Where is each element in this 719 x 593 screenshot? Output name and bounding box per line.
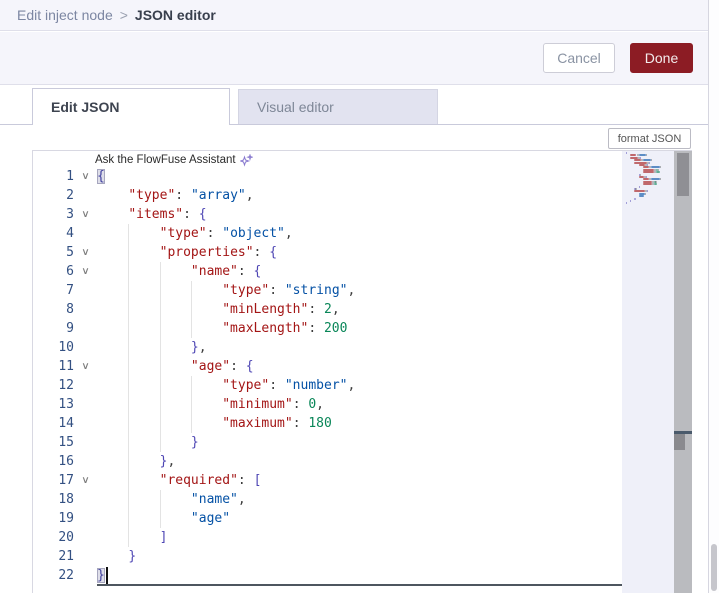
- code-line[interactable]: 18 "name",: [33, 490, 622, 509]
- json-code-editor[interactable]: Ask the FlowFuse Assistant 1 ∨{2 "type": …: [32, 150, 692, 593]
- code-line[interactable]: 22}: [33, 566, 622, 586]
- format-json-button[interactable]: format JSON: [608, 128, 691, 149]
- line-number: 5: [66, 245, 74, 260]
- line-number: 22: [58, 568, 74, 583]
- line-number: 16: [58, 454, 74, 469]
- code-line[interactable]: 16 },: [33, 452, 622, 471]
- line-number: 1: [66, 169, 74, 184]
- line-number: 10: [58, 340, 74, 355]
- line-number: 20: [58, 530, 74, 545]
- breadcrumb: Edit inject node > JSON editor: [0, 0, 708, 31]
- code-line[interactable]: 5 ∨ "properties": {: [33, 243, 622, 262]
- fold-chevron-icon[interactable]: ∨: [71, 243, 100, 262]
- line-number: 7: [66, 283, 74, 298]
- line-number: 6: [66, 264, 74, 279]
- code-line[interactable]: 13 "minimum": 0,: [33, 395, 622, 414]
- line-number: 9: [66, 321, 74, 336]
- line-number: 14: [58, 416, 74, 431]
- tab-edit-json[interactable]: Edit JSON: [32, 88, 230, 125]
- editor-scrollbar-thumb[interactable]: [677, 153, 689, 196]
- code-line[interactable]: 9 "maxLength": 200: [33, 319, 622, 338]
- line-number: 8: [66, 302, 74, 317]
- page-scrollbar-thumb[interactable]: [711, 544, 717, 591]
- code-line[interactable]: 17 ∨ "required": [: [33, 471, 622, 490]
- dialog-action-bar: Cancel Done: [0, 32, 708, 85]
- minimap[interactable]: [622, 151, 674, 593]
- current-line-border: [97, 584, 622, 586]
- line-number: 19: [58, 511, 74, 526]
- line-number: 11: [58, 359, 74, 374]
- scrollbar-decoration-thumb[interactable]: [674, 434, 685, 450]
- assistant-prompt-label: Ask the FlowFuse Assistant: [95, 154, 236, 166]
- code-line[interactable]: 4 "type": "object",: [33, 224, 622, 243]
- fold-chevron-icon[interactable]: ∨: [71, 205, 100, 224]
- code-lines[interactable]: 1 ∨{2 "type": "array", 3 ∨ "items": {4 "typ…: [33, 151, 622, 593]
- code-line[interactable]: 21 }: [33, 547, 622, 566]
- breadcrumb-parent-link[interactable]: Edit inject node: [17, 7, 113, 23]
- line-number: 3: [66, 207, 74, 222]
- line-number: 13: [58, 397, 74, 412]
- code-line[interactable]: 12 "type": "number",: [33, 376, 622, 395]
- line-number: 2: [66, 188, 74, 203]
- tab-visual-editor[interactable]: Visual editor: [238, 89, 438, 125]
- line-number: 12: [58, 378, 74, 393]
- code-line[interactable]: 7 "type": "string",: [33, 281, 622, 300]
- line-number: 17: [58, 473, 74, 488]
- line-number: 4: [66, 226, 74, 241]
- text-cursor: [106, 567, 108, 584]
- page-title: JSON editor: [134, 7, 216, 23]
- dialog-content: Edit JSON Visual editor format JSON Ask …: [0, 85, 708, 593]
- done-button[interactable]: Done: [630, 43, 693, 73]
- code-line[interactable]: 14 "maximum": 180: [33, 414, 622, 433]
- code-line[interactable]: 1 ∨{: [33, 167, 622, 186]
- fold-chevron-icon[interactable]: ∨: [71, 357, 100, 376]
- code-line[interactable]: 3 ∨ "items": {: [33, 205, 622, 224]
- line-number: 18: [58, 492, 74, 507]
- line-number: 21: [58, 549, 74, 564]
- page-scrollbar-track[interactable]: [709, 0, 719, 593]
- code-line[interactable]: 19 "age": [33, 509, 622, 528]
- cancel-button[interactable]: Cancel: [543, 43, 615, 73]
- edit-dialog: Edit inject node > JSON editor Cancel Do…: [0, 0, 709, 593]
- fold-chevron-icon[interactable]: ∨: [71, 167, 100, 186]
- editor-scrollbar-track[interactable]: [674, 151, 692, 593]
- sparkles-icon: [239, 153, 253, 167]
- line-number: 15: [58, 435, 74, 450]
- code-line[interactable]: 8 "minLength": 2,: [33, 300, 622, 319]
- code-line[interactable]: 6 ∨ "name": {: [33, 262, 622, 281]
- fold-chevron-icon[interactable]: ∨: [71, 262, 100, 281]
- code-line[interactable]: 11 ∨ "age": {: [33, 357, 622, 376]
- breadcrumb-separator: >: [119, 7, 128, 23]
- fold-chevron-icon[interactable]: ∨: [71, 471, 100, 490]
- code-line[interactable]: 20 ]: [33, 528, 622, 547]
- code-line[interactable]: 15 }: [33, 433, 622, 452]
- code-line[interactable]: 10 },: [33, 338, 622, 357]
- code-line[interactable]: 2 "type": "array",: [33, 186, 622, 205]
- assistant-prompt[interactable]: Ask the FlowFuse Assistant: [95, 153, 253, 167]
